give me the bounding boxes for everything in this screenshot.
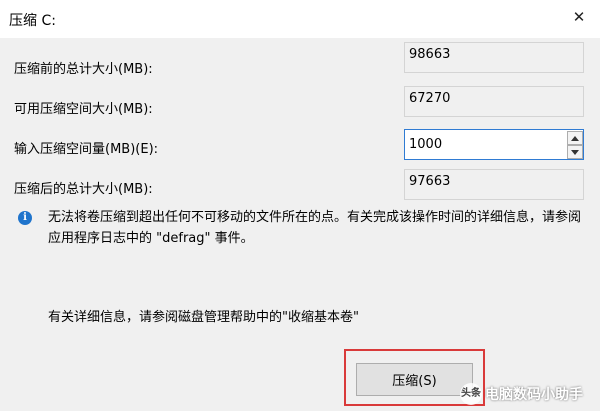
close-button[interactable]: ✕ bbox=[562, 2, 596, 32]
help-message: 有关详细信息，请参阅磁盘管理帮助中的"收缩基本卷" bbox=[48, 310, 359, 325]
watermark-text: 电脑数码小助手 bbox=[485, 387, 583, 403]
spin-down-button[interactable] bbox=[567, 145, 583, 159]
arrow-up-icon bbox=[571, 135, 579, 141]
shrink-amount-stepper[interactable] bbox=[404, 129, 584, 160]
info-icon: i bbox=[18, 211, 32, 225]
shrink-button[interactable]: 压缩(S) bbox=[356, 363, 473, 396]
total-after-field: 97663 bbox=[404, 169, 584, 200]
watermark-logo: 头条 bbox=[460, 383, 482, 405]
window-title: 压缩 C: bbox=[9, 13, 56, 29]
total-after-label: 压缩后的总计大小(MB): bbox=[14, 182, 153, 197]
shrink-amount-label: 输入压缩空间量(MB)(E): bbox=[14, 142, 159, 157]
info-message: 无法将卷压缩到超出任何不可移动的文件所在的点。有关完成该操作时间的详细信息，请参… bbox=[48, 210, 582, 246]
dialog-content: 压缩前的总计大小(MB): 98663 可用压缩空间大小(MB): 67270 … bbox=[0, 38, 600, 411]
title-bar: 压缩 C: ✕ bbox=[0, 0, 600, 38]
arrow-down-icon bbox=[571, 149, 579, 155]
spin-up-button[interactable] bbox=[567, 131, 583, 145]
watermark: 头条 电脑数码小助手 bbox=[460, 383, 600, 405]
shrink-amount-input[interactable] bbox=[405, 130, 565, 159]
available-space-field: 67270 bbox=[404, 86, 584, 117]
total-before-field: 98663 bbox=[404, 42, 584, 73]
total-before-label: 压缩前的总计大小(MB): bbox=[14, 62, 153, 77]
close-icon: ✕ bbox=[572, 8, 586, 26]
available-space-label: 可用压缩空间大小(MB): bbox=[14, 102, 153, 117]
